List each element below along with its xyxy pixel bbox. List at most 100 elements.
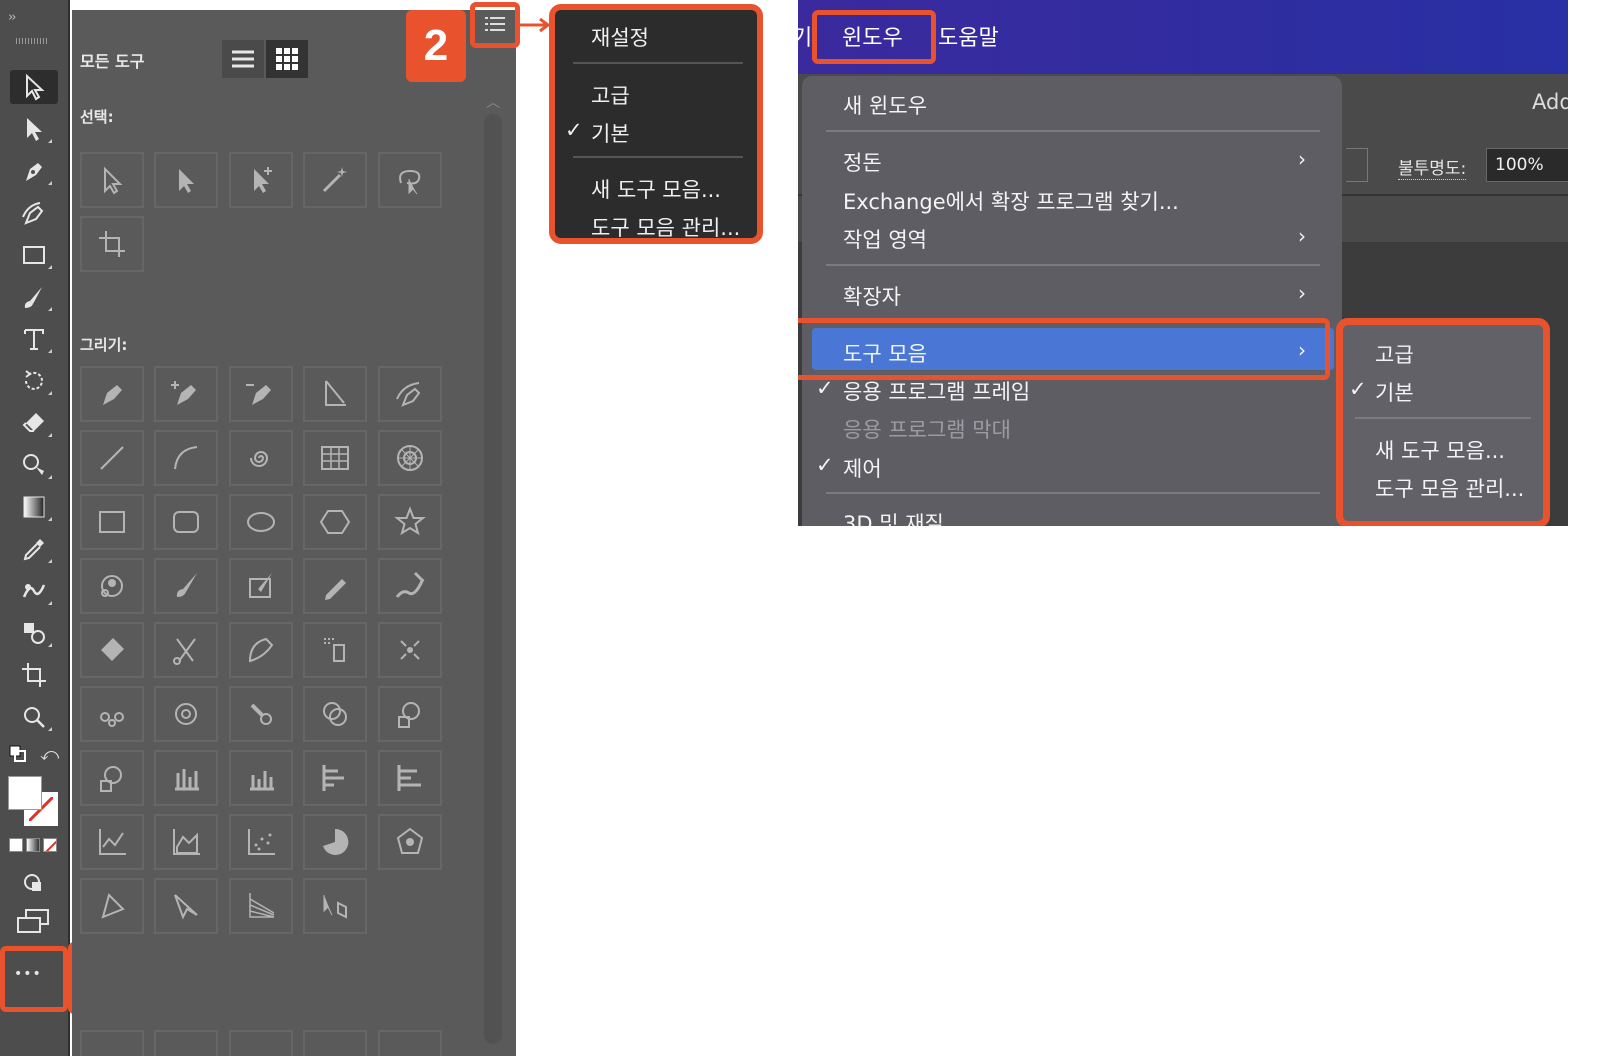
drawer-tool-cell[interactable] [303,1030,367,1056]
color-mode-icon[interactable] [9,838,23,852]
drawer-tool-knife[interactable] [229,622,293,678]
drawer-tool-bar-graph[interactable] [303,750,367,806]
gradient-tool-button[interactable] [10,490,58,524]
submenu-item-manage-toolbar[interactable]: 도구 모음 관리... [1375,473,1524,503]
pen-tool-button[interactable] [10,154,58,188]
drawer-scrollbar[interactable] [484,114,502,1044]
drawer-tool-symbol-stainer[interactable] [229,686,293,742]
shape-builder-tool-button[interactable] [10,616,58,650]
drawer-tool-perspective-selection[interactable] [154,878,218,934]
drawer-tool-flare[interactable] [80,558,144,614]
drawer-tool-column-graph[interactable] [154,750,218,806]
drawer-tool-symbol-sprayer[interactable] [303,622,367,678]
menu-item-arrange[interactable]: 정돈 [843,147,882,177]
type-tool-button[interactable] [10,322,58,356]
drawer-tool-star[interactable] [378,494,442,550]
drawer-tool-curvature[interactable] [378,366,442,422]
drawer-tool-ellipse[interactable] [229,494,293,550]
drawer-tool-perspective[interactable] [80,878,144,934]
drawer-tool-cell[interactable] [80,1030,144,1056]
drawer-tool-stacked-column-graph[interactable] [229,750,293,806]
drawer-tool-polar-grid[interactable] [378,430,442,486]
menu-item-new-window[interactable]: 새 윈도우 [843,90,927,120]
edit-toolbar-button[interactable]: ••• [14,966,42,982]
submenu-item-new-toolbar[interactable]: 새 도구 모음... [1375,435,1505,465]
drawer-tool-symbol-shifter[interactable] [378,622,442,678]
drawer-tool-arc[interactable] [154,430,218,486]
menu-item-manage-toolbar[interactable]: 도구 모음 관리... [591,212,740,242]
opacity-label[interactable]: 불투명도: [1398,154,1467,180]
drawer-tool-scissors[interactable] [154,622,218,678]
drawer-tool-mesh[interactable] [303,878,367,934]
menu-item-find-extensions[interactable]: Exchange에서 확장 프로그램 찾기... [843,186,1179,216]
menu-item-workspace[interactable]: 작업 영역 [843,224,927,254]
drawer-tool-shaper[interactable] [378,558,442,614]
drawer-tool-symbol-scruncher[interactable] [80,686,144,742]
puppet-warp-tool-button[interactable] [10,574,58,608]
menu-item-new-toolbar[interactable]: 새 도구 모음... [591,174,721,204]
drawer-tool-perspective-grid[interactable] [229,878,293,934]
drawer-tool-stacked-bar-graph[interactable] [378,750,442,806]
drawer-tool-symbol-styler[interactable] [378,686,442,742]
drawer-tool-add-anchor[interactable] [154,366,218,422]
drawer-tool-lasso[interactable] [378,152,442,208]
none-mode-icon[interactable] [43,838,57,852]
toolbar-grip[interactable] [16,38,48,44]
drawer-tool-anchor-point[interactable] [303,366,367,422]
menu-item-basic[interactable]: 기본 [591,118,630,148]
drawer-tool-rectangular-grid[interactable] [303,430,367,486]
gradient-mode-icon[interactable] [26,838,40,852]
drawer-tool-line-segment[interactable] [80,430,144,486]
opacity-input[interactable]: 100% [1486,148,1568,182]
menu-item-3d-materials[interactable]: 3D 및 재질 [843,508,944,526]
drawer-tool-pencil[interactable] [303,558,367,614]
drawer-tool-symbol-spinner[interactable] [154,686,218,742]
submenu-item-advanced[interactable]: 고급 [1375,339,1414,369]
drawer-tool-symbol-styler[interactable] [80,750,144,806]
direct-selection-tool-button[interactable] [10,112,58,146]
menu-item-control[interactable]: 제어 [843,453,882,483]
menu-item-extensions[interactable]: 확장자 [843,281,901,311]
drawer-tool-cell[interactable] [154,1030,218,1056]
paintbrush-tool-button[interactable] [10,280,58,314]
control-bar-field[interactable] [1346,148,1368,182]
drawer-tool-rectangle[interactable] [80,494,144,550]
rectangle-tool-button[interactable] [10,238,58,272]
drawer-tool-spiral[interactable] [229,430,293,486]
collapse-panel-icon[interactable]: ›› [8,10,17,25]
menu-item-advanced[interactable]: 고급 [591,80,630,110]
default-colors-icon[interactable] [8,744,28,764]
panel-menu-button[interactable] [482,12,508,36]
drawer-tool-line-graph[interactable] [80,814,144,870]
screen-mode-icon[interactable] [16,908,50,934]
drawer-tool-magic-wand[interactable] [303,152,367,208]
eraser-tool-button[interactable] [10,406,58,440]
menu-bar-item-help[interactable]: 도움말 [938,20,999,52]
drawer-tool-cell[interactable] [378,1030,442,1056]
drawer-tool-pen[interactable] [80,366,144,422]
drawer-tool-direct-selection[interactable] [154,152,218,208]
menu-item-reset[interactable]: 재설정 [591,22,649,52]
draw-mode-icon[interactable] [20,870,48,894]
drawer-tool-cell[interactable] [229,1030,293,1056]
drawer-tool-pie-graph[interactable] [303,814,367,870]
drawer-tool-polygon[interactable] [303,494,367,550]
drawer-tool-blob-brush[interactable] [229,558,293,614]
menu-item-app-frame[interactable]: 응용 프로그램 프레임 [843,376,1030,406]
eyedropper-tool-button[interactable] [10,532,58,566]
drawer-tool-eraser[interactable] [80,622,144,678]
drawer-tool-symbol-screener[interactable] [303,686,367,742]
drawer-tool-paintbrush[interactable] [154,558,218,614]
scroll-up-icon[interactable]: ︿ [486,92,500,112]
swap-colors-icon[interactable]: ⤺ [40,744,62,766]
drawer-tool-group-selection[interactable] [229,152,293,208]
grid-view-button[interactable] [266,40,308,78]
selection-tool-button[interactable] [10,70,58,104]
drawer-tool-delete-anchor[interactable] [229,366,293,422]
list-view-button[interactable] [222,40,264,78]
artboard-tool-button[interactable] [10,658,58,692]
menu-bar-item-prev[interactable]: 기 [798,20,812,52]
zoom-tool-button[interactable] [10,700,58,734]
fill-swatch[interactable] [8,776,42,810]
submenu-item-basic[interactable]: 기본 [1375,377,1414,407]
